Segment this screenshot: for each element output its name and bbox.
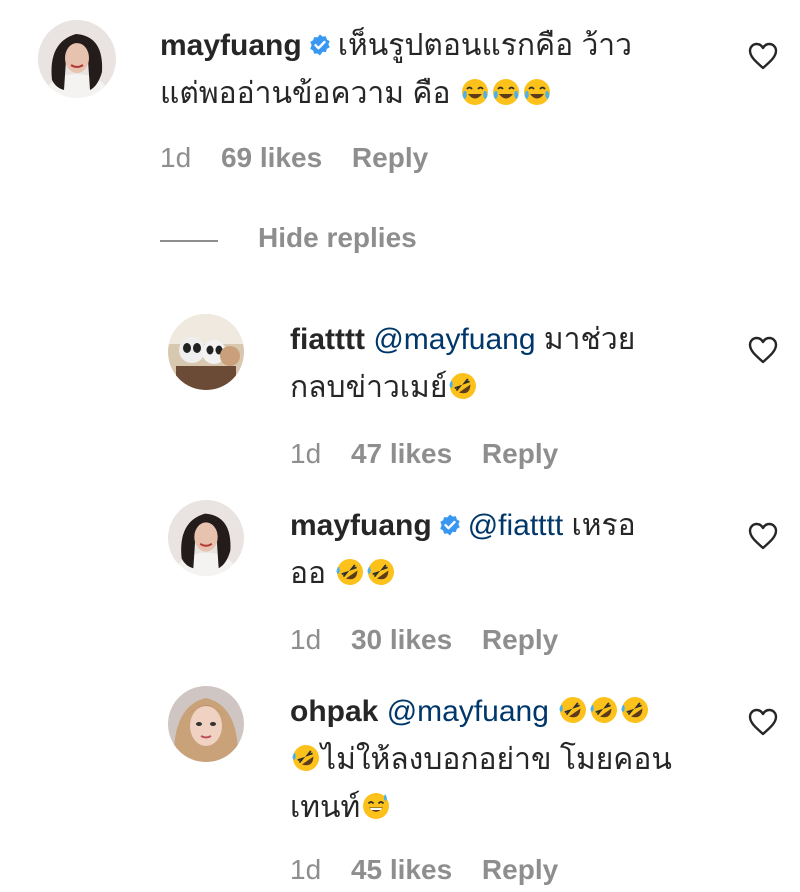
rofl-emoji-icon xyxy=(366,557,396,587)
reply-button[interactable]: Reply xyxy=(482,438,558,469)
avatar-ohpak[interactable] xyxy=(168,686,244,762)
heart-outline-icon[interactable] xyxy=(748,522,778,550)
comment-username[interactable]: mayfuang xyxy=(160,29,302,62)
reply-button[interactable]: Reply xyxy=(482,854,558,885)
comment-message-line2: แต่พออ่านข้อความ คือ xyxy=(160,77,451,110)
comment-meta: 1d 69 likes Reply xyxy=(160,142,450,174)
rofl-emoji-icon xyxy=(291,743,321,773)
reply-time: 1d xyxy=(290,854,322,885)
reply-message-line1: เหรอ xyxy=(571,509,636,542)
reply-meta: 1d 45 likes Reply xyxy=(290,854,580,886)
reply-time: 1d xyxy=(290,438,322,469)
comment-message-line1: เห็นรูปตอนแรกคือ ว้าว xyxy=(337,29,632,62)
tears-of-joy-emoji-icon xyxy=(522,77,552,107)
reply-username[interactable]: ohpak xyxy=(290,695,378,728)
rofl-emoji-icon xyxy=(448,371,478,401)
reply-username[interactable]: mayfuang xyxy=(290,509,432,542)
reply-time: 1d xyxy=(290,624,322,655)
tears-of-joy-emoji-icon xyxy=(460,77,490,107)
reply-message-line1: มาช่วย xyxy=(543,323,636,356)
hide-replies-label: Hide replies xyxy=(258,222,417,253)
reply-text: mayfuang @fiatttt เหรอ ออ xyxy=(290,502,730,598)
reply-text: ohpak @mayfuang ไม่ให้ลงบอกอย่าข โมยคอน … xyxy=(290,688,730,832)
reply-button[interactable]: Reply xyxy=(482,624,558,655)
grinning-sweat-emoji-icon xyxy=(361,791,391,821)
reply-text: fiatttt @mayfuang มาช่วย กลบข่าวเมย์ xyxy=(290,316,710,412)
hide-replies-divider xyxy=(160,240,218,242)
rofl-emoji-icon xyxy=(589,695,619,725)
avatar-mayfuang[interactable] xyxy=(168,500,244,576)
reply-mention[interactable]: @mayfuang xyxy=(373,323,535,356)
reply-meta: 1d 30 likes Reply xyxy=(290,624,580,656)
rofl-emoji-icon xyxy=(335,557,365,587)
reply-message-line3: เทนท์ xyxy=(290,791,361,824)
reply-message-line2: กลบข่าวเมย์ xyxy=(290,371,448,404)
reply-likes[interactable]: 47 likes xyxy=(351,438,452,469)
comment-text: mayfuang เห็นรูปตอนแรกคือ ว้าว แต่พออ่านข… xyxy=(160,22,720,118)
avatar-mayfuang[interactable] xyxy=(38,20,116,98)
reply-message-line2: ออ xyxy=(290,557,327,590)
heart-outline-icon[interactable] xyxy=(748,42,778,70)
tears-of-joy-emoji-icon xyxy=(491,77,521,107)
reply-meta: 1d 47 likes Reply xyxy=(290,438,580,470)
verified-badge-icon xyxy=(308,33,332,57)
heart-outline-icon[interactable] xyxy=(748,708,778,736)
reply-username[interactable]: fiatttt xyxy=(290,323,365,356)
reply-likes[interactable]: 30 likes xyxy=(351,624,452,655)
reply-mention[interactable]: @mayfuang xyxy=(387,695,549,728)
rofl-emoji-icon xyxy=(558,695,588,725)
comment-likes[interactable]: 69 likes xyxy=(221,142,322,173)
reply-likes[interactable]: 45 likes xyxy=(351,854,452,885)
verified-badge-icon xyxy=(438,513,462,537)
reply-button[interactable]: Reply xyxy=(352,142,428,173)
reply-message-line2: ไม่ให้ลงบอกอย่าข โมยคอน xyxy=(321,743,672,776)
avatar-fiatttt[interactable] xyxy=(168,314,244,390)
comment-time: 1d xyxy=(160,142,192,173)
rofl-emoji-icon xyxy=(620,695,650,725)
reply-mention[interactable]: @fiatttt xyxy=(468,509,563,542)
heart-outline-icon[interactable] xyxy=(748,336,778,364)
